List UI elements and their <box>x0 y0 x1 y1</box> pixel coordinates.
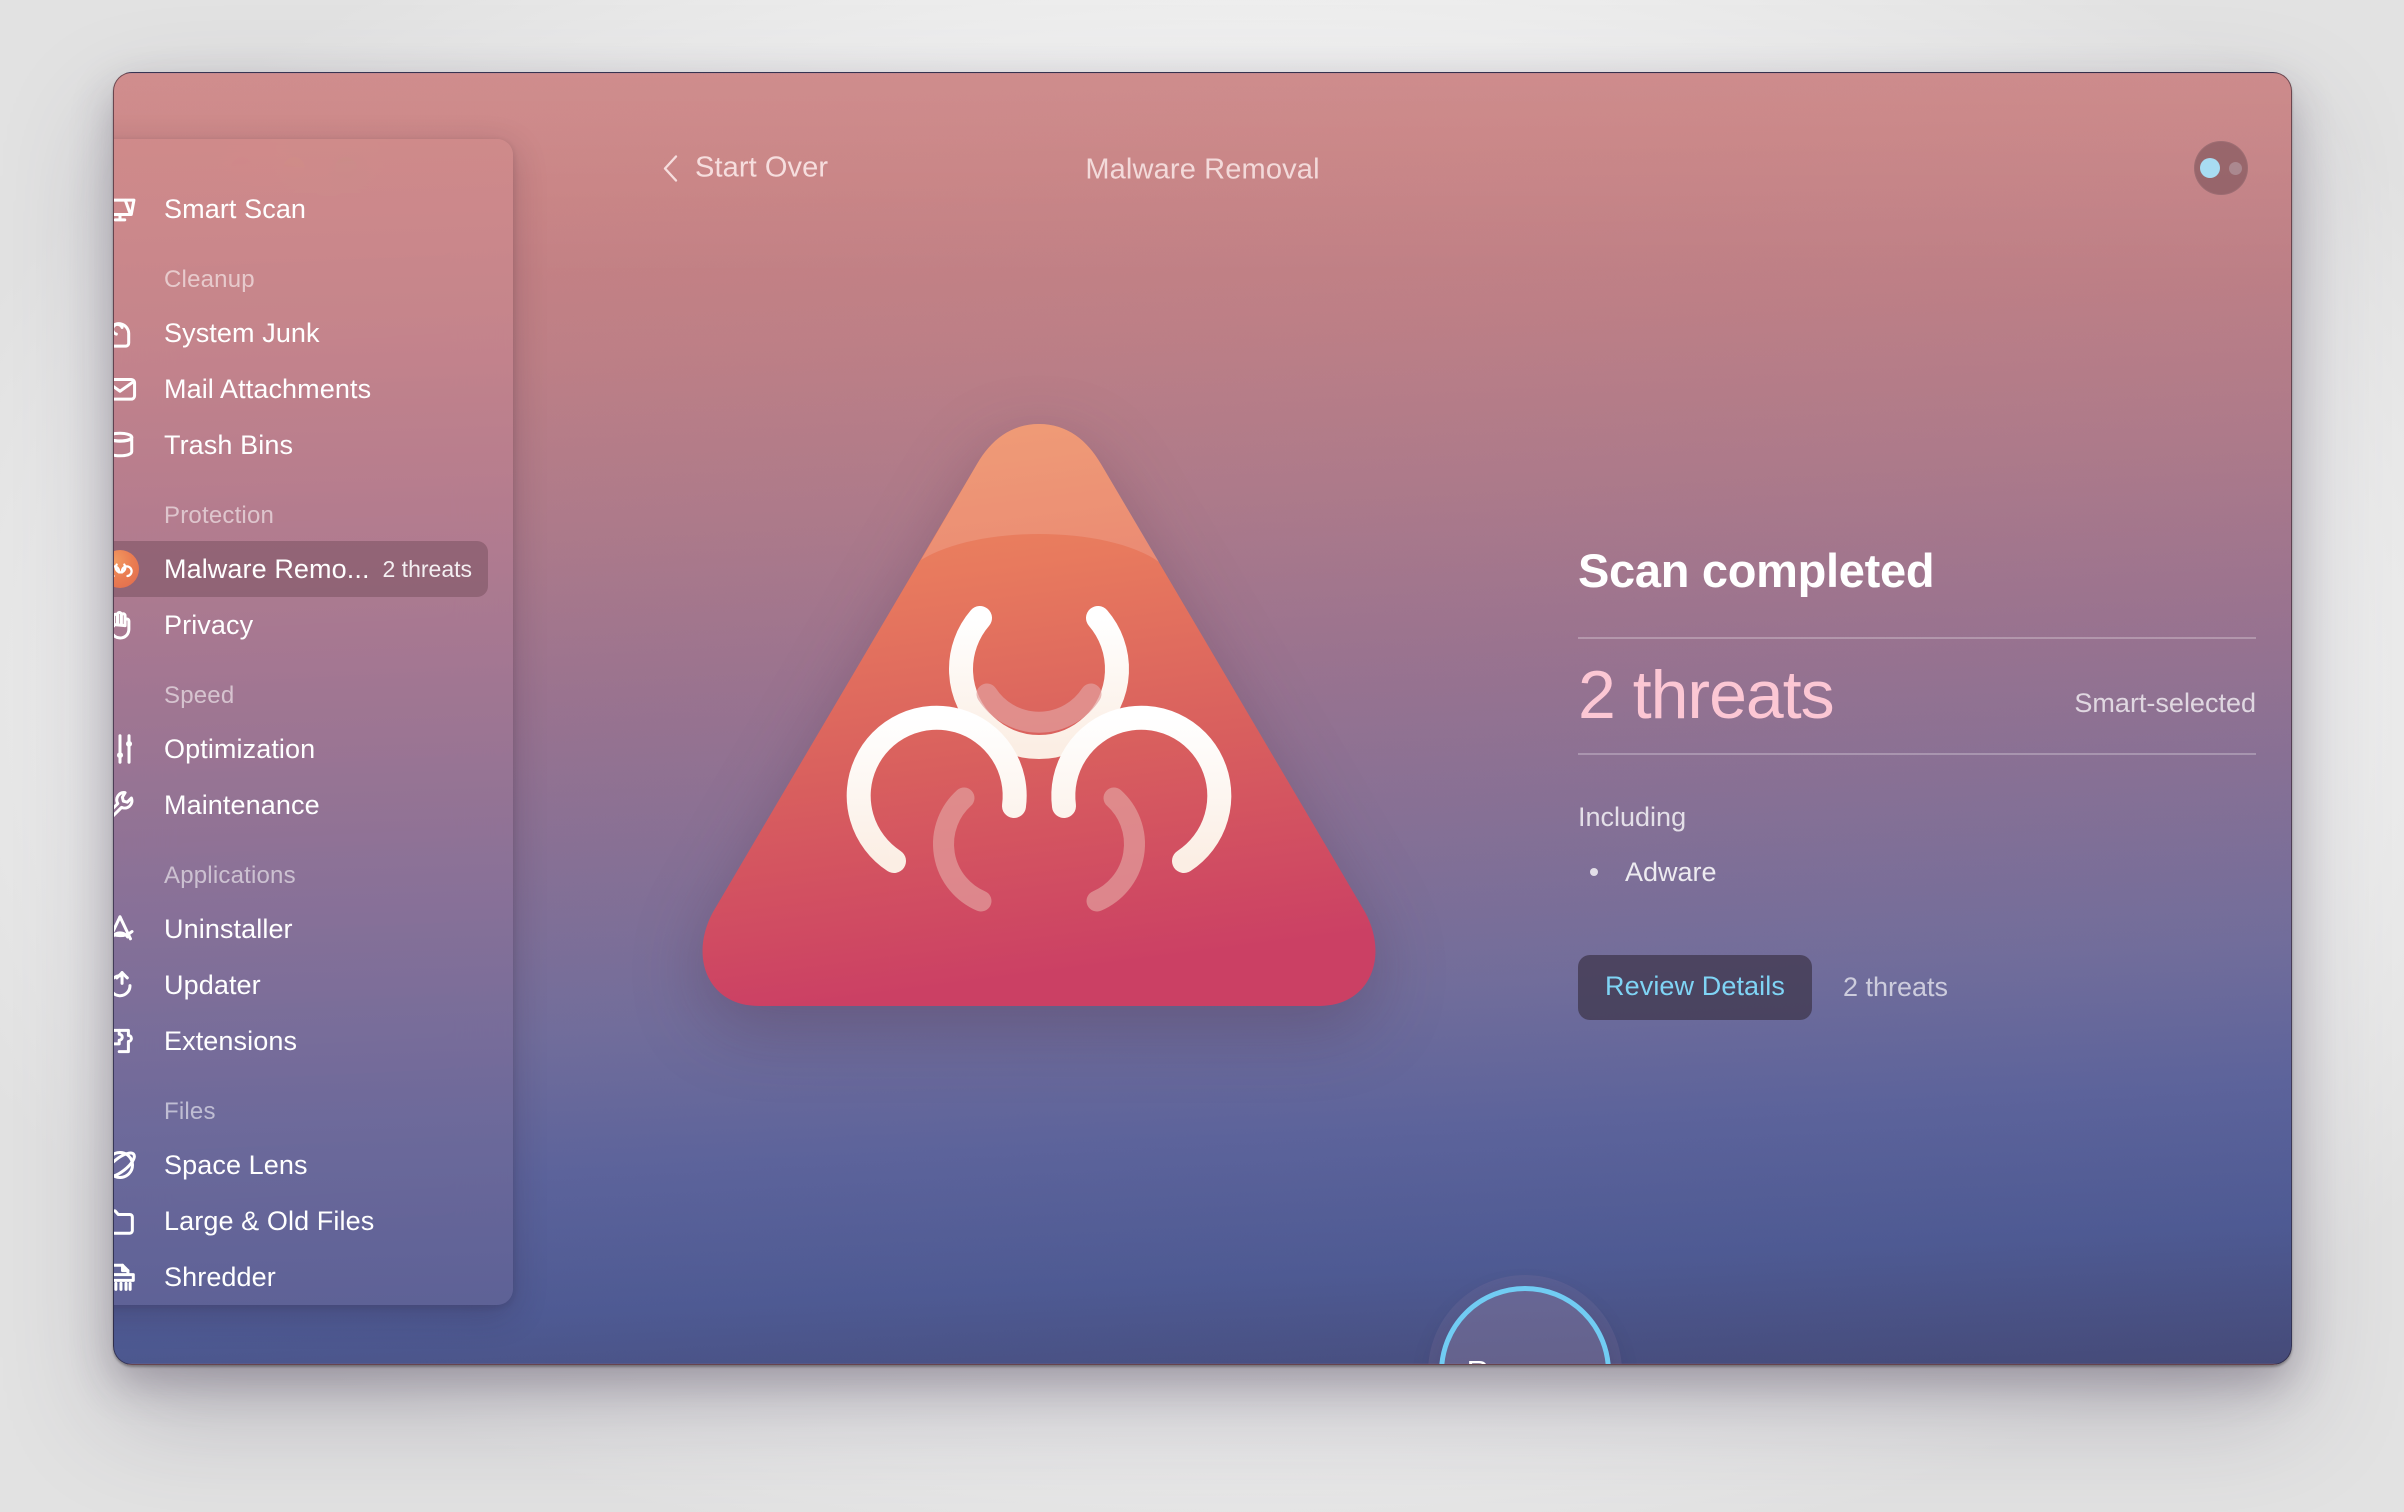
sidebar-item-space-lens[interactable]: Space Lens <box>114 1137 488 1193</box>
sidebar-section-speed: Speed <box>164 682 235 709</box>
privacy-hand-icon <box>114 605 140 645</box>
sidebar-item-trash-bins[interactable]: Trash Bins <box>114 417 488 473</box>
divider-bottom <box>1578 753 2256 756</box>
sidebar: Smart Scan Cleanup System Junk Mail Attachm… <box>114 139 513 1305</box>
sidebar-item-malware-remo[interactable]: Malware Remo... 2 threats <box>114 541 488 597</box>
scan-result-panel: Scan completed 2 threats Smart-selected … <box>1578 543 2256 1021</box>
start-over-button[interactable]: Start Over <box>662 152 828 185</box>
sidebar-item-label: Maintenance <box>164 789 320 820</box>
sidebar-item-label: Space Lens <box>164 1149 308 1180</box>
sidebar-section-cleanup: Cleanup <box>164 266 255 293</box>
sidebar-top-spacer <box>114 141 513 181</box>
threat-count-row: 2 threats Smart-selected <box>1578 639 2256 753</box>
bullet-dot-icon <box>1590 868 1598 877</box>
biohazard-triangle-icon <box>689 406 1389 1026</box>
biohazard-icon <box>114 549 140 589</box>
sidebar-item-mail-attachments[interactable]: Mail Attachments <box>114 361 488 417</box>
sidebar-item-label: Large & Old Files <box>164 1205 375 1236</box>
sidebar-item-label: Malware Remo... <box>164 553 369 584</box>
biohazard-chip-icon <box>114 550 139 588</box>
mail-attachments-icon <box>114 369 140 409</box>
including-list-item: Adware <box>1578 855 2256 889</box>
sidebar-section-applications: Applications <box>164 862 296 889</box>
including-label: Including <box>1578 802 1687 833</box>
sidebar-item-label: System Junk <box>164 317 320 348</box>
sidebar-item-extensions[interactable]: Extensions <box>114 1013 488 1069</box>
sidebar-section-files: Files <box>164 1098 216 1125</box>
remove-button-label: Remove <box>1467 1354 1584 1364</box>
remove-button[interactable]: Remove <box>1439 1286 1611 1364</box>
sidebar-item-label: Trash Bins <box>164 429 294 460</box>
sidebar-item-maintenance[interactable]: Maintenance <box>114 777 488 833</box>
sidebar-item-label: Shredder <box>164 1261 276 1292</box>
status-dot-idle-icon <box>2229 161 2242 175</box>
extensions-puzzle-icon <box>114 1021 140 1061</box>
sidebar-item-label: Optimization <box>164 733 316 764</box>
sidebar-item-label: Uninstaller <box>164 913 293 944</box>
page-title: Malware Removal <box>1085 153 1320 186</box>
sidebar-item-smart-scan[interactable]: Smart Scan <box>114 181 488 237</box>
sidebar-item-uninstaller[interactable]: Uninstaller <box>114 901 488 957</box>
sidebar-item-updater[interactable]: Updater <box>114 957 488 1013</box>
including-list: Adware <box>1578 855 2256 889</box>
status-toggle-button[interactable] <box>2194 141 2248 195</box>
actions-row: Review Details 2 threats <box>1578 955 2256 1021</box>
sidebar-item-privacy[interactable]: Privacy <box>114 597 488 653</box>
shredder-icon <box>114 1257 140 1297</box>
updater-icon <box>114 965 140 1005</box>
status-dot-active-icon <box>2200 158 2220 178</box>
uninstaller-icon <box>114 909 140 949</box>
app-window: Start Over Malware Removal Smart Scan Cle… <box>113 72 2292 1365</box>
sidebar-item-badge: 2 threats <box>382 555 473 582</box>
review-details-button[interactable]: Review Details <box>1578 955 1812 1021</box>
sidebar-item-label: Updater <box>164 969 261 1000</box>
sidebar-item-system-junk[interactable]: System Junk <box>114 305 488 361</box>
start-over-label: Start Over <box>695 151 829 184</box>
folder-icon <box>114 1201 140 1241</box>
sidebar-item-label: Smart Scan <box>164 193 307 224</box>
maintenance-wrench-icon <box>114 785 140 825</box>
smart-scan-icon <box>114 189 140 229</box>
trash-bins-icon <box>114 425 140 465</box>
sidebar-item-optimization[interactable]: Optimization <box>114 721 488 777</box>
sidebar-item-shredder[interactable]: Shredder <box>114 1249 488 1305</box>
sidebar-item-label: Extensions <box>164 1025 298 1056</box>
optimization-sliders-icon <box>114 729 140 769</box>
chevron-left-icon <box>663 154 678 182</box>
sidebar-item-label: Privacy <box>164 609 254 640</box>
including-list-item-label: Adware <box>1625 856 1717 887</box>
system-junk-icon <box>114 313 140 353</box>
sidebar-section-protection: Protection <box>164 502 275 529</box>
sidebar-item-label: Mail Attachments <box>164 373 372 404</box>
sidebar-item-large-old-files[interactable]: Large & Old Files <box>114 1193 488 1249</box>
scan-result-heading: Scan completed <box>1578 544 1935 597</box>
space-lens-icon <box>114 1145 140 1185</box>
selection-mode-label: Smart-selected <box>2074 688 2256 719</box>
threat-count: 2 threats <box>1578 657 1835 733</box>
actions-threat-count: 2 threats <box>1842 972 1949 1003</box>
